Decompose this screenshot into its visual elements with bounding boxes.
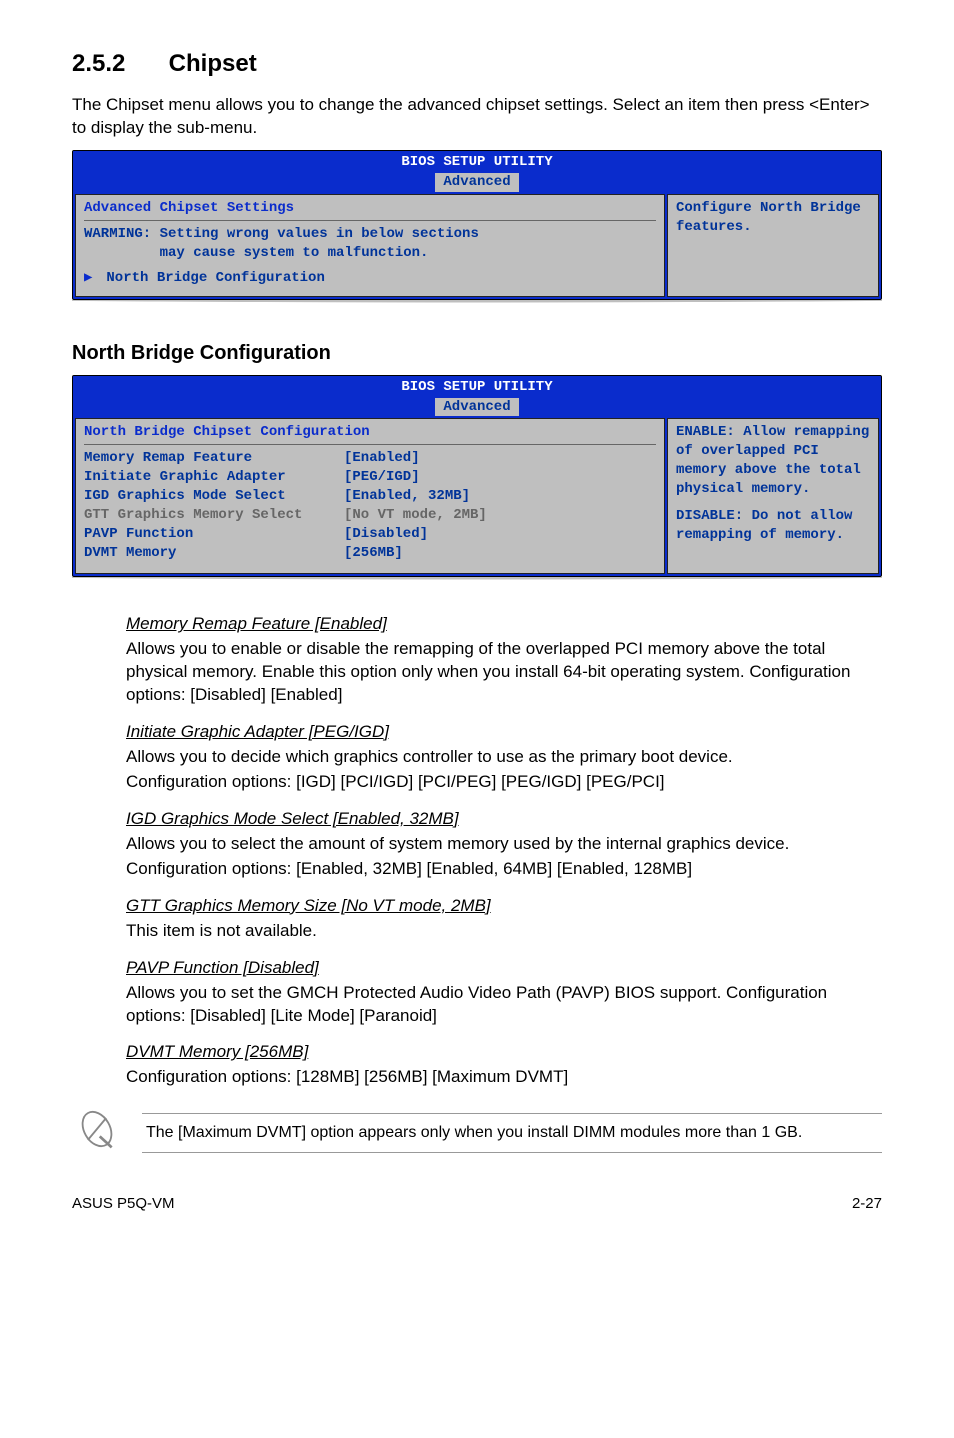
igd-mode-title: IGD Graphics Mode Select [Enabled, 32MB] [126, 808, 882, 831]
bios-setting-label: PAVP Function [84, 525, 344, 544]
section-title: Chipset [169, 50, 257, 77]
bios-setting-label: GTT Graphics Memory Select [84, 506, 344, 525]
note-icon [72, 1107, 122, 1158]
settings-descriptions: Memory Remap Feature [Enabled] Allows yo… [72, 613, 882, 1089]
memory-remap-title: Memory Remap Feature [Enabled] [126, 613, 882, 636]
intro-text: The Chipset menu allows you to change th… [72, 94, 882, 140]
gtt-title: GTT Graphics Memory Size [No VT mode, 2M… [126, 895, 882, 918]
dvmt-title: DVMT Memory [256MB] [126, 1041, 882, 1064]
bios-box-north-bridge: BIOS SETUP UTILITY Advanced North Bridge… [72, 375, 882, 578]
bios-setup-title: BIOS SETUP UTILITY [401, 154, 552, 170]
page-footer: ASUS P5Q-VM 2-27 [72, 1194, 882, 1214]
bios-setting-value: [Enabled, 32MB] [344, 487, 656, 506]
bios-help-enable: ENABLE: Allow remapping of overlapped PC… [676, 423, 870, 499]
note-text: The [Maximum DVMT] option appears only w… [142, 1113, 882, 1153]
bios-warning-line-1: WARMING: Setting wrong values in below s… [84, 225, 656, 244]
bios-curve-shadow [72, 577, 882, 599]
bios-setting-value: [256MB] [344, 544, 656, 563]
bios-setting-label: Initiate Graphic Adapter [84, 468, 344, 487]
note-box: The [Maximum DVMT] option appears only w… [72, 1107, 882, 1158]
bios-setup-title: BIOS SETUP UTILITY [401, 379, 552, 395]
sub-heading: North Bridge Configuration [72, 340, 882, 367]
bios-left-panel: Advanced Chipset Settings WARMING: Setti… [75, 194, 665, 297]
memory-remap-desc: Allows you to enable or disable the rema… [126, 638, 882, 707]
bios-titlebar: BIOS SETUP UTILITY Advanced [73, 376, 881, 417]
footer-product: ASUS P5Q-VM [72, 1194, 175, 1214]
bios-setting-value: [Enabled] [344, 449, 656, 468]
bios-right-panel: Configure North Bridge features. [667, 194, 879, 297]
gtt-desc: This item is not available. [126, 920, 882, 943]
bios-tab-advanced: Advanced [435, 398, 518, 417]
igd-mode-desc-1: Allows you to select the amount of syste… [126, 833, 882, 856]
bios-panel-heading: North Bridge Chipset Configuration [84, 423, 656, 445]
bios-help-text: Configure North Bridge features. [676, 199, 870, 237]
bios-setting-value: [Disabled] [344, 525, 656, 544]
initiate-graphic-desc-1: Allows you to decide which graphics cont… [126, 746, 882, 769]
bios-panel-heading: Advanced Chipset Settings [84, 199, 656, 221]
pavp-desc: Allows you to set the GMCH Protected Aud… [126, 982, 882, 1028]
bios-setting-row: IGD Graphics Mode Select [Enabled, 32MB] [84, 487, 656, 506]
initiate-graphic-title: Initiate Graphic Adapter [PEG/IGD] [126, 721, 882, 744]
igd-mode-desc-2: Configuration options: [Enabled, 32MB] [… [126, 858, 882, 881]
triangle-right-icon: ▶ [84, 269, 98, 288]
bios-setting-row: Initiate Graphic Adapter [PEG/IGD] [84, 468, 656, 487]
dvmt-desc: Configuration options: [128MB] [256MB] [… [126, 1066, 882, 1089]
bios-left-panel: North Bridge Chipset Configuration Memor… [75, 418, 665, 574]
bios-titlebar: BIOS SETUP UTILITY Advanced [73, 151, 881, 192]
bios-curve-shadow [72, 300, 882, 322]
pavp-title: PAVP Function [Disabled] [126, 957, 882, 980]
bios-menu-item-north-bridge: North Bridge Configuration [106, 270, 324, 286]
bios-box-chipset: BIOS SETUP UTILITY Advanced Advanced Chi… [72, 150, 882, 299]
bios-setting-value: [No VT mode, 2MB] [344, 506, 656, 525]
bios-setting-label: Memory Remap Feature [84, 449, 344, 468]
bios-tab-advanced: Advanced [435, 173, 518, 192]
footer-page-number: 2-27 [852, 1194, 882, 1214]
bios-warning-line-2: may cause system to malfunction. [84, 244, 656, 263]
bios-setting-row: DVMT Memory [256MB] [84, 544, 656, 563]
bios-setting-value: [PEG/IGD] [344, 468, 656, 487]
section-heading: 2.5.2 Chipset [72, 48, 882, 80]
section-number: 2.5.2 [72, 48, 162, 80]
bios-setting-label: IGD Graphics Mode Select [84, 487, 344, 506]
bios-setting-row: Memory Remap Feature [Enabled] [84, 449, 656, 468]
bios-help-disable: DISABLE: Do not allow remapping of memor… [676, 507, 870, 545]
bios-setting-row-disabled: GTT Graphics Memory Select [No VT mode, … [84, 506, 656, 525]
initiate-graphic-desc-2: Configuration options: [IGD] [PCI/IGD] [… [126, 771, 882, 794]
bios-setting-label: DVMT Memory [84, 544, 344, 563]
bios-right-panel: ENABLE: Allow remapping of overlapped PC… [667, 418, 879, 574]
bios-setting-row: PAVP Function [Disabled] [84, 525, 656, 544]
